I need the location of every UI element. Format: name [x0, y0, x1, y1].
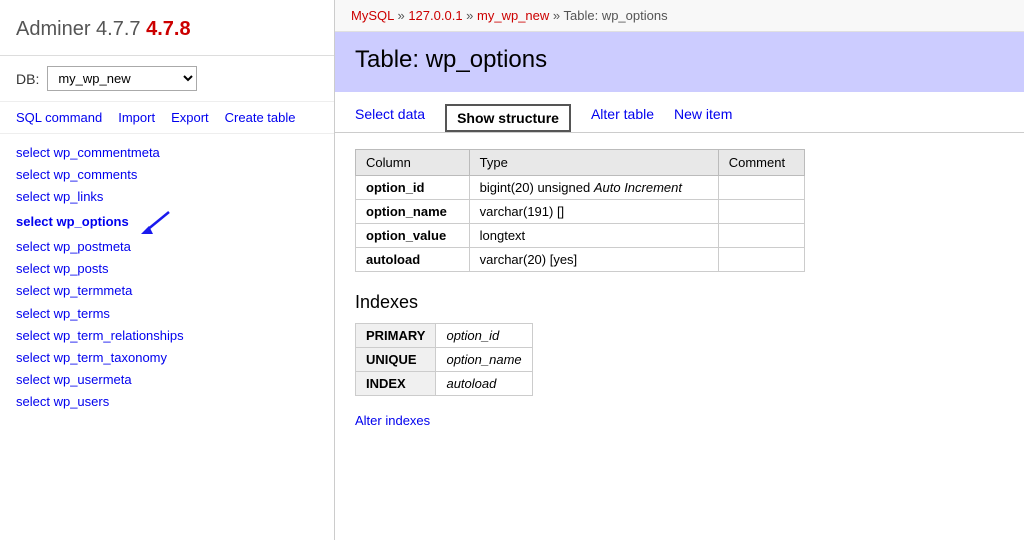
- sql-command-link[interactable]: SQL command: [16, 110, 102, 125]
- table-row: option_value longtext: [356, 224, 805, 248]
- table-link-wp_posts[interactable]: select wp_posts: [16, 258, 318, 280]
- adminer-version-new: 4.7.8: [146, 18, 190, 40]
- col-comment-option_id: [718, 176, 804, 200]
- index-row-unique: UNIQUE option_name: [356, 348, 533, 372]
- table-row: option_id bigint(20) unsigned Auto Incre…: [356, 176, 805, 200]
- col-name-autoload: autoload: [356, 248, 470, 272]
- adminer-name: Adminer: [16, 18, 90, 40]
- db-label: DB:: [16, 71, 39, 87]
- table-link-wp_comments[interactable]: select wp_comments: [16, 164, 318, 186]
- indexes-table: PRIMARY option_id UNIQUE option_name IND…: [355, 323, 533, 396]
- structure-table: Column Type Comment option_id bigint(20)…: [355, 149, 805, 272]
- col-header-column: Column: [356, 150, 470, 176]
- idx-name-primary: option_id: [436, 324, 532, 348]
- col-type-option_id: bigint(20) unsigned Auto Increment: [469, 176, 718, 200]
- table-link-wp_users[interactable]: select wp_users: [16, 391, 318, 413]
- table-link-wp_terms[interactable]: select wp_terms: [16, 303, 318, 325]
- export-link[interactable]: Export: [171, 110, 209, 125]
- col-type-option_value: longtext: [469, 224, 718, 248]
- sidebar: Adminer 4.7.7 4.7.8 DB: my_wp_new SQL co…: [0, 0, 335, 540]
- idx-name-index: autoload: [436, 372, 532, 396]
- table-link-wp_term_relationships[interactable]: select wp_term_relationships: [16, 325, 318, 347]
- idx-type-unique: UNIQUE: [356, 348, 436, 372]
- index-row-primary: PRIMARY option_id: [356, 324, 533, 348]
- col-comment-option_name: [718, 200, 804, 224]
- idx-name-unique: option_name: [436, 348, 532, 372]
- sidebar-tables: select wp_commentmeta select wp_comments…: [0, 134, 334, 421]
- col-name-option_value: option_value: [356, 224, 470, 248]
- col-comment-autoload: [718, 248, 804, 272]
- show-structure-tab[interactable]: Show structure: [445, 104, 571, 132]
- new-item-tab[interactable]: New item: [674, 106, 732, 130]
- breadcrumb-host[interactable]: 127.0.0.1: [408, 8, 462, 23]
- col-name-option_name: option_name: [356, 200, 470, 224]
- breadcrumb-table: Table: wp_options: [564, 8, 668, 23]
- page-header: Table: wp_options: [335, 32, 1024, 92]
- main-content: MySQL » 127.0.0.1 » my_wp_new » Table: w…: [335, 0, 1024, 540]
- col-type-autoload: varchar(20) [yes]: [469, 248, 718, 272]
- breadcrumb: MySQL » 127.0.0.1 » my_wp_new » Table: w…: [335, 0, 1024, 32]
- idx-type-index: INDEX: [356, 372, 436, 396]
- col-header-type: Type: [469, 150, 718, 176]
- table-link-wp_usermeta[interactable]: select wp_usermeta: [16, 369, 318, 391]
- table-link-wp_links[interactable]: select wp_links: [16, 186, 318, 208]
- idx-type-primary: PRIMARY: [356, 324, 436, 348]
- indexes-title: Indexes: [355, 292, 1004, 313]
- content-area: Column Type Comment option_id bigint(20)…: [335, 149, 1024, 448]
- table-row: option_name varchar(191) []: [356, 200, 805, 224]
- col-type-option_name: varchar(191) []: [469, 200, 718, 224]
- adminer-version-old: 4.7.7: [96, 18, 140, 40]
- index-row-index: INDEX autoload: [356, 372, 533, 396]
- table-link-wp_options[interactable]: select wp_options: [16, 208, 318, 236]
- sidebar-header: Adminer 4.7.7 4.7.8: [0, 0, 334, 56]
- select-data-tab[interactable]: Select data: [355, 106, 425, 130]
- table-link-wp_postmeta[interactable]: select wp_postmeta: [16, 236, 318, 258]
- breadcrumb-mysql[interactable]: MySQL: [351, 8, 394, 23]
- sidebar-nav: SQL command Import Export Create table: [0, 102, 334, 134]
- db-selector-row: DB: my_wp_new: [0, 56, 334, 102]
- page-title: Table: wp_options: [355, 46, 1004, 74]
- tab-nav: Select data Show structure Alter table N…: [335, 92, 1024, 133]
- table-link-wp_termmeta[interactable]: select wp_termmeta: [16, 280, 318, 302]
- wp-options-label: select wp_options: [16, 211, 129, 233]
- table-row: autoload varchar(20) [yes]: [356, 248, 805, 272]
- adminer-title: Adminer 4.7.7 4.7.8: [16, 18, 191, 40]
- breadcrumb-db[interactable]: my_wp_new: [477, 8, 549, 23]
- arrow-icon: [139, 208, 175, 236]
- col-name-option_id: option_id: [356, 176, 470, 200]
- col-header-comment: Comment: [718, 150, 804, 176]
- table-link-wp_commentmeta[interactable]: select wp_commentmeta: [16, 142, 318, 164]
- alter-indexes-link[interactable]: Alter indexes: [355, 413, 430, 428]
- col-comment-option_value: [718, 224, 804, 248]
- db-select[interactable]: my_wp_new: [47, 66, 197, 91]
- alter-table-tab[interactable]: Alter table: [591, 106, 654, 130]
- import-link[interactable]: Import: [118, 110, 155, 125]
- table-link-wp_term_taxonomy[interactable]: select wp_term_taxonomy: [16, 347, 318, 369]
- create-table-link[interactable]: Create table: [225, 110, 296, 125]
